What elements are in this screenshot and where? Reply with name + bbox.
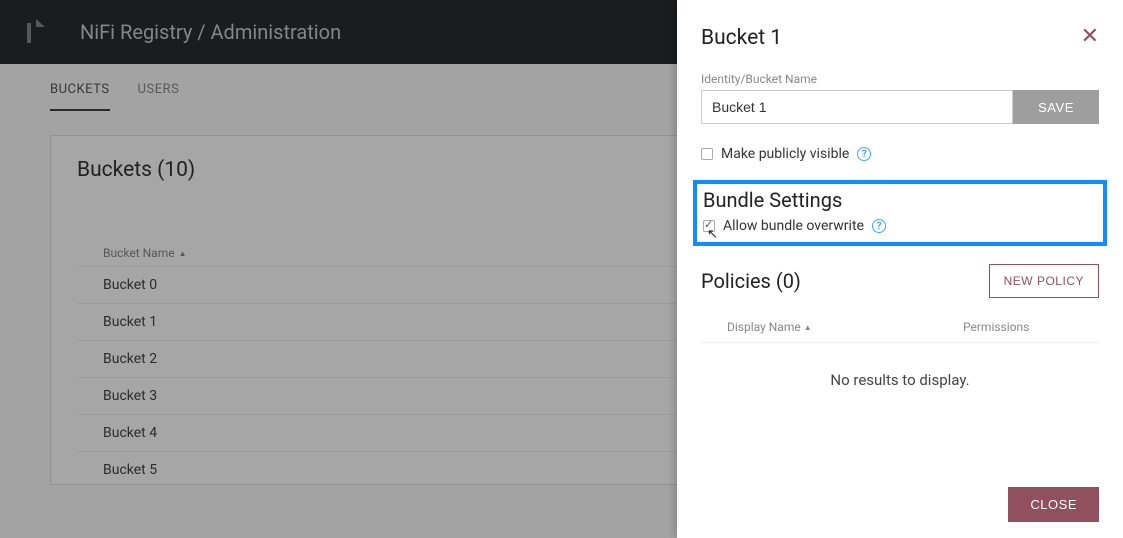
col-permissions[interactable]: Permissions (963, 320, 1073, 334)
policies-row: Policies (0) NEW POLICY (701, 264, 1099, 298)
drawer-title: Bucket 1 (701, 26, 782, 50)
identity-input[interactable] (701, 90, 1013, 124)
drawer-header: Bucket 1 ✕ (701, 26, 1099, 50)
col-display-name[interactable]: Display Name ▲ (727, 320, 959, 334)
close-button[interactable]: CLOSE (1008, 487, 1099, 522)
policies-heading: Policies (0) (701, 269, 801, 293)
allow-overwrite-label: Allow bundle overwrite (723, 218, 864, 234)
allow-overwrite-row[interactable]: Allow bundle overwrite ? (703, 218, 1097, 234)
bundle-settings-highlight: Bundle Settings Allow bundle overwrite ?… (693, 180, 1107, 246)
help-icon[interactable]: ? (857, 147, 871, 161)
help-icon[interactable]: ? (872, 219, 886, 233)
bucket-drawer: Bucket 1 ✕ Identity/Bucket Name SAVE Mak… (677, 0, 1123, 538)
cursor-icon: ↖ (707, 227, 718, 242)
drawer-footer: CLOSE (701, 487, 1099, 538)
policy-table-header: Display Name ▲ Permissions (701, 312, 1099, 343)
save-button[interactable]: SAVE (1013, 90, 1099, 124)
no-results-text: No results to display. (701, 371, 1099, 389)
public-visible-checkbox[interactable] (701, 148, 713, 160)
identity-row: SAVE (701, 90, 1099, 124)
public-visible-label: Make publicly visible (721, 146, 849, 162)
identity-label: Identity/Bucket Name (701, 72, 1099, 86)
close-icon[interactable]: ✕ (1081, 26, 1099, 48)
public-visible-row[interactable]: Make publicly visible ? (701, 146, 1099, 162)
sort-asc-icon: ▲ (804, 323, 812, 332)
new-policy-button[interactable]: NEW POLICY (989, 264, 1099, 298)
bundle-settings-heading: Bundle Settings (703, 188, 1097, 212)
